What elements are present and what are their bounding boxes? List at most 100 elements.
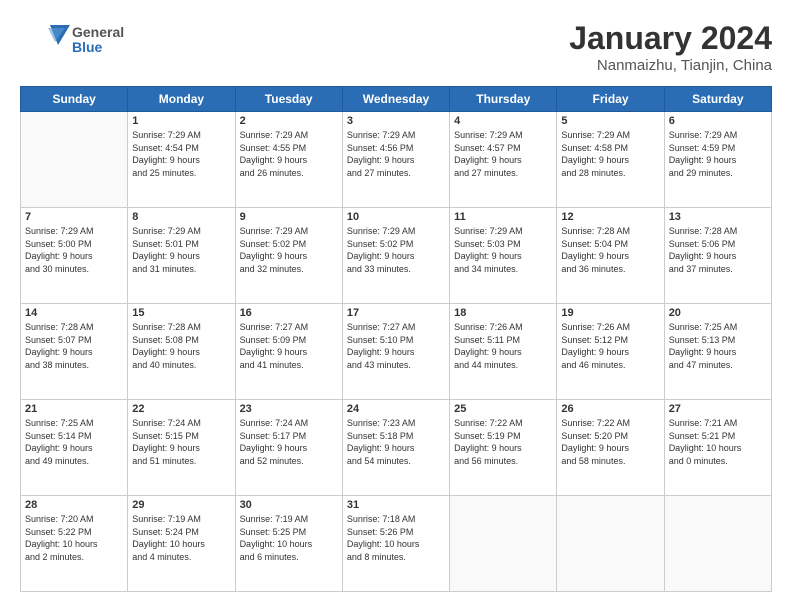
day-content: Sunrise: 7:23 AM Sunset: 5:18 PM Dayligh…	[347, 417, 445, 467]
calendar-cell: 30 Sunrise: 7:19 AM Sunset: 5:25 PM Dayli…	[235, 496, 342, 592]
weekday-header: Saturday	[664, 87, 771, 112]
weekday-header: Wednesday	[342, 87, 449, 112]
calendar-cell: 17 Sunrise: 7:27 AM Sunset: 5:10 PM Dayli…	[342, 304, 449, 400]
day-number: 21	[25, 403, 123, 415]
calendar-cell: 9Sunrise: 7:29 AM Sunset: 5:02 PM Daylig…	[235, 208, 342, 304]
day-content: Sunrise: 7:29 AM Sunset: 4:59 PM Dayligh…	[669, 129, 767, 179]
day-number: 24	[347, 403, 445, 415]
day-content: Sunrise: 7:28 AM Sunset: 5:04 PM Dayligh…	[561, 225, 659, 275]
day-content: Sunrise: 7:20 AM Sunset: 5:22 PM Dayligh…	[25, 513, 123, 563]
day-number: 25	[454, 403, 552, 415]
day-number: 28	[25, 499, 123, 511]
logo-general-text: General	[72, 25, 124, 40]
calendar-cell: 26Sunrise: 7:22 AM Sunset: 5:20 PM Dayli…	[557, 400, 664, 496]
day-content: Sunrise: 7:24 AM Sunset: 5:17 PM Dayligh…	[240, 417, 338, 467]
weekday-header: Tuesday	[235, 87, 342, 112]
day-content: Sunrise: 7:29 AM Sunset: 5:01 PM Dayligh…	[132, 225, 230, 275]
weekday-header: Sunday	[21, 87, 128, 112]
day-number: 6	[669, 115, 767, 127]
calendar-cell: 21Sunrise: 7:25 AM Sunset: 5:14 PM Dayli…	[21, 400, 128, 496]
day-content: Sunrise: 7:21 AM Sunset: 5:21 PM Dayligh…	[669, 417, 767, 467]
calendar-cell: 3 Sunrise: 7:29 AM Sunset: 4:56 PM Daylig…	[342, 112, 449, 208]
day-content: Sunrise: 7:27 AM Sunset: 5:10 PM Dayligh…	[347, 321, 445, 371]
calendar-week-row: 7 Sunrise: 7:29 AM Sunset: 5:00 PM Daylig…	[21, 208, 772, 304]
calendar-cell: 25 Sunrise: 7:22 AM Sunset: 5:19 PM Dayli…	[450, 400, 557, 496]
calendar-cell: 20 Sunrise: 7:25 AM Sunset: 5:13 PM Dayli…	[664, 304, 771, 400]
calendar-cell: 23 Sunrise: 7:24 AM Sunset: 5:17 PM Dayli…	[235, 400, 342, 496]
day-number: 22	[132, 403, 230, 415]
day-content: Sunrise: 7:29 AM Sunset: 4:56 PM Dayligh…	[347, 129, 445, 179]
day-number: 15	[132, 307, 230, 319]
calendar-cell	[450, 496, 557, 592]
day-number: 17	[347, 307, 445, 319]
day-number: 11	[454, 211, 552, 223]
day-number: 31	[347, 499, 445, 511]
weekday-row: SundayMondayTuesdayWednesdayThursdayFrid…	[21, 87, 772, 112]
day-content: Sunrise: 7:28 AM Sunset: 5:06 PM Dayligh…	[669, 225, 767, 275]
calendar-cell: 4 Sunrise: 7:29 AM Sunset: 4:57 PM Daylig…	[450, 112, 557, 208]
day-number: 2	[240, 115, 338, 127]
day-number: 30	[240, 499, 338, 511]
day-number: 16	[240, 307, 338, 319]
day-number: 8	[132, 211, 230, 223]
calendar-cell: 22 Sunrise: 7:24 AM Sunset: 5:15 PM Dayli…	[128, 400, 235, 496]
day-content: Sunrise: 7:28 AM Sunset: 5:07 PM Dayligh…	[25, 321, 123, 371]
calendar-week-row: 28 Sunrise: 7:20 AM Sunset: 5:22 PM Dayli…	[21, 496, 772, 592]
calendar-cell: 2Sunrise: 7:29 AM Sunset: 4:55 PM Daylig…	[235, 112, 342, 208]
day-number: 4	[454, 115, 552, 127]
calendar-cell: 1 Sunrise: 7:29 AM Sunset: 4:54 PM Daylig…	[128, 112, 235, 208]
calendar-cell: 11Sunrise: 7:29 AM Sunset: 5:03 PM Dayli…	[450, 208, 557, 304]
calendar-cell	[21, 112, 128, 208]
header: General Blue January 2024 Nanmaizhu, Tia…	[20, 20, 772, 74]
calendar-cell: 18Sunrise: 7:26 AM Sunset: 5:11 PM Dayli…	[450, 304, 557, 400]
day-number: 3	[347, 115, 445, 127]
day-content: Sunrise: 7:29 AM Sunset: 4:57 PM Dayligh…	[454, 129, 552, 179]
day-number: 23	[240, 403, 338, 415]
calendar-location: Nanmaizhu, Tianjin, China	[569, 57, 772, 74]
calendar-cell: 14Sunrise: 7:28 AM Sunset: 5:07 PM Dayli…	[21, 304, 128, 400]
calendar-week-row: 1 Sunrise: 7:29 AM Sunset: 4:54 PM Daylig…	[21, 112, 772, 208]
calendar-cell: 31 Sunrise: 7:18 AM Sunset: 5:26 PM Dayli…	[342, 496, 449, 592]
day-number: 20	[669, 307, 767, 319]
day-number: 18	[454, 307, 552, 319]
day-content: Sunrise: 7:25 AM Sunset: 5:13 PM Dayligh…	[669, 321, 767, 371]
day-content: Sunrise: 7:28 AM Sunset: 5:08 PM Dayligh…	[132, 321, 230, 371]
day-number: 29	[132, 499, 230, 511]
day-content: Sunrise: 7:18 AM Sunset: 5:26 PM Dayligh…	[347, 513, 445, 563]
calendar-cell: 7 Sunrise: 7:29 AM Sunset: 5:00 PM Daylig…	[21, 208, 128, 304]
day-number: 7	[25, 211, 123, 223]
calendar-cell: 16Sunrise: 7:27 AM Sunset: 5:09 PM Dayli…	[235, 304, 342, 400]
day-content: Sunrise: 7:29 AM Sunset: 4:58 PM Dayligh…	[561, 129, 659, 179]
title-block: January 2024 Nanmaizhu, Tianjin, China	[569, 20, 772, 74]
calendar-cell: 27 Sunrise: 7:21 AM Sunset: 5:21 PM Dayli…	[664, 400, 771, 496]
logo-icon	[20, 20, 70, 60]
calendar-cell: 28 Sunrise: 7:20 AM Sunset: 5:22 PM Dayli…	[21, 496, 128, 592]
calendar-cell: 12Sunrise: 7:28 AM Sunset: 5:04 PM Dayli…	[557, 208, 664, 304]
day-content: Sunrise: 7:29 AM Sunset: 4:54 PM Dayligh…	[132, 129, 230, 179]
weekday-header: Friday	[557, 87, 664, 112]
logo-blue-text: Blue	[72, 40, 124, 55]
day-number: 1	[132, 115, 230, 127]
calendar-cell: 19Sunrise: 7:26 AM Sunset: 5:12 PM Dayli…	[557, 304, 664, 400]
calendar-cell: 8 Sunrise: 7:29 AM Sunset: 5:01 PM Daylig…	[128, 208, 235, 304]
calendar-cell: 24 Sunrise: 7:23 AM Sunset: 5:18 PM Dayli…	[342, 400, 449, 496]
weekday-header: Thursday	[450, 87, 557, 112]
weekday-header: Monday	[128, 87, 235, 112]
calendar-cell: 15 Sunrise: 7:28 AM Sunset: 5:08 PM Dayli…	[128, 304, 235, 400]
day-number: 27	[669, 403, 767, 415]
calendar-header: SundayMondayTuesdayWednesdayThursdayFrid…	[21, 87, 772, 112]
day-content: Sunrise: 7:19 AM Sunset: 5:25 PM Dayligh…	[240, 513, 338, 563]
day-content: Sunrise: 7:29 AM Sunset: 5:02 PM Dayligh…	[240, 225, 338, 275]
page: General Blue January 2024 Nanmaizhu, Tia…	[0, 0, 792, 612]
day-content: Sunrise: 7:26 AM Sunset: 5:12 PM Dayligh…	[561, 321, 659, 371]
day-content: Sunrise: 7:24 AM Sunset: 5:15 PM Dayligh…	[132, 417, 230, 467]
day-number: 26	[561, 403, 659, 415]
calendar-week-row: 14Sunrise: 7:28 AM Sunset: 5:07 PM Dayli…	[21, 304, 772, 400]
calendar-week-row: 21Sunrise: 7:25 AM Sunset: 5:14 PM Dayli…	[21, 400, 772, 496]
calendar-cell	[557, 496, 664, 592]
day-number: 13	[669, 211, 767, 223]
day-content: Sunrise: 7:22 AM Sunset: 5:19 PM Dayligh…	[454, 417, 552, 467]
day-content: Sunrise: 7:29 AM Sunset: 5:02 PM Dayligh…	[347, 225, 445, 275]
calendar-body: 1 Sunrise: 7:29 AM Sunset: 4:54 PM Daylig…	[21, 112, 772, 592]
day-content: Sunrise: 7:29 AM Sunset: 5:00 PM Dayligh…	[25, 225, 123, 275]
